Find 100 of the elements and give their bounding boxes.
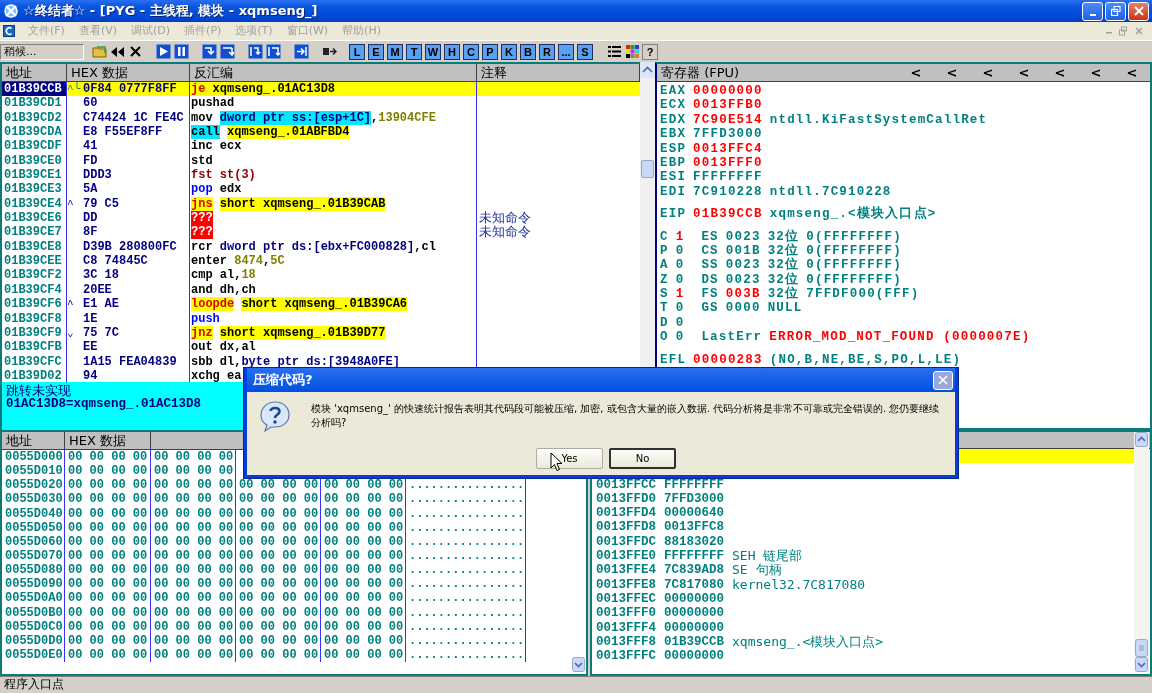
code-row[interactable]: 01B39CE0 FD std — [2, 153, 640, 169]
window-button[interactable]: H — [444, 43, 460, 60]
arrow-button[interactable]: < — [898, 65, 934, 80]
window-button[interactable]: T — [406, 43, 422, 60]
address-cell: 0055D020 — [2, 478, 65, 493]
arrow-button[interactable]: < — [1006, 65, 1042, 80]
code-row[interactable]: 01B39CDF 41 inc ecx — [2, 139, 640, 154]
instruction-cell: enter 8474,5C — [190, 254, 477, 269]
address-cell: 0055D030 — [2, 492, 65, 507]
info-text: 01AC13D8=xqmseng_.01AC13D8 — [6, 398, 202, 411]
code-row[interactable]: 01B39CF2 3C 18 cmp al,18 — [2, 268, 640, 283]
code-row[interactable]: 01B39CF9 ⌄ 75 7C jnz short xqmseng_.01B39D77 — [2, 325, 640, 341]
stack-row[interactable]: 0013FFE4 7C839AD8 SE 句柄 — [592, 563, 1134, 578]
jump-arrow: ^ — [67, 297, 75, 312]
toolbar-button[interactable] — [155, 43, 172, 60]
hex-cell: 00 00 00 00 — [154, 506, 234, 521]
toolbar-button[interactable] — [219, 43, 236, 60]
toolbar-button[interactable] — [606, 43, 623, 60]
arrow-button[interactable]: < — [1114, 65, 1150, 80]
column-header[interactable]: HEX 数据 — [65, 432, 151, 449]
hex-cell: 00 00 00 00 — [154, 633, 234, 648]
window-button[interactable]: K — [501, 43, 517, 60]
instruction-cell: jns short xqmseng_.01B39CAB — [190, 196, 477, 212]
address-cell: 0013FFD0 — [596, 491, 656, 507]
window-button[interactable]: E — [368, 43, 384, 60]
address-cell: 0055D060 — [2, 534, 65, 549]
arrow-button[interactable]: < — [1042, 65, 1078, 80]
stack-row[interactable]: 0013FFE8 7C817080 kernel32.7C817080 — [592, 577, 1134, 592]
hex-cell: 00 00 00 00 — [154, 647, 234, 662]
code-row[interactable]: 01B39CEE C8 74845C enter 8474,5C — [2, 254, 640, 269]
arrow-button[interactable]: < — [934, 65, 970, 80]
window-button[interactable]: ... — [558, 43, 574, 60]
window-button[interactable]: M — [387, 43, 403, 60]
close-button[interactable] — [1128, 1, 1149, 21]
column-header[interactable]: 地址 — [2, 64, 67, 81]
toolbar-button[interactable] — [201, 43, 218, 60]
code-row[interactable]: 01B39CE1 DDD3 fst st(3) — [2, 168, 640, 183]
window-button[interactable]: W — [425, 43, 441, 60]
code-row[interactable]: 01B39CE3 5A pop edx — [2, 182, 640, 197]
scroll-down-icon — [1135, 657, 1148, 672]
stack-row[interactable]: 0013FFEC 00000000 — [592, 591, 1134, 607]
jump-arrow: ⌄ — [67, 325, 75, 341]
comment-text: kernel32.7C817080 — [732, 577, 866, 592]
value-cell: FFFFFFFF — [664, 549, 725, 564]
dialog-button[interactable]: No — [609, 448, 676, 469]
window-button[interactable]: S — [577, 43, 593, 60]
hex-cell: 94 — [83, 368, 98, 382]
restore-button[interactable] — [1105, 1, 1126, 21]
close-button[interactable] — [933, 370, 953, 390]
arrow-button[interactable]: < — [970, 65, 1006, 80]
stack-row[interactable]: 0013FFF4 00000000 — [592, 620, 1134, 635]
code-row[interactable]: 01B39CF6 ^ E1 AE loopde short xqmseng_.01B39CA6 — [2, 297, 640, 312]
toolbar-button[interactable] — [173, 43, 190, 60]
hex-cell: 0F84 0777F8FF — [83, 82, 177, 97]
code-row[interactable]: 01B39CE8 D39B 280800FC rcr dword ptr ds:[ebx+FC000828],cl — [2, 239, 640, 255]
hex-cell-text: DD — [83, 211, 98, 226]
toolbar-button[interactable] — [293, 43, 310, 60]
scroll-thumb[interactable] — [641, 160, 654, 178]
stack-row[interactable]: 0013FFD8 0013FFC8 — [592, 520, 1134, 535]
hex-cell: 00 00 00 00 — [239, 492, 319, 507]
column-header[interactable]: 反汇编 — [190, 64, 477, 81]
minimize-button[interactable] — [1082, 1, 1103, 21]
help-button[interactable]: ? — [642, 43, 658, 60]
code-row[interactable]: 01B39CD1 60 pushad — [2, 96, 640, 111]
code-row[interactable]: 01B39CFB EE out dx,al — [2, 340, 640, 355]
dialog-button[interactable]: Yes — [536, 448, 603, 469]
instruction-cell: mov dword ptr ss:[esp+1C],13904CFE — [190, 110, 477, 126]
stack-row[interactable]: 0013FFF8 01B39CCB xqmseng_.<模块入口点> — [592, 634, 1134, 650]
window-button[interactable]: L — [349, 43, 365, 60]
code-row[interactable]: 01B39CF8 1E push — [2, 311, 640, 326]
toolbar-button[interactable] — [265, 43, 282, 60]
code-row[interactable]: 01B39CE4 ^ 79 C5 jns short xqmseng_.01B39CAB — [2, 196, 640, 212]
toolbar-button[interactable] — [624, 43, 641, 60]
window-button[interactable]: B — [520, 43, 536, 60]
code-row[interactable]: 01B39CDA E8 F55EF8FF call xqmseng_.01ABFBD4 — [2, 125, 640, 140]
stack-row[interactable]: 0013FFD0 7FFD3000 — [592, 491, 1134, 507]
register-line: S 1 FS 003B 32位 7FFDF000(FFF) — [660, 287, 921, 302]
stack-row[interactable]: 0013FFFC 00000000 — [592, 649, 1134, 664]
hex-cell: 00 00 00 00 — [239, 563, 319, 578]
stack-row[interactable]: 0013FFCC FFFFFFFF — [592, 477, 1134, 492]
code-row[interactable]: 01B39CD2 C74424 1C FE4C mov dword ptr ss:[esp+1C],13904CFE — [2, 110, 640, 126]
hex-cell: 00 00 00 00 — [324, 478, 404, 493]
stack-row[interactable]: 0013FFF0 00000000 — [592, 606, 1134, 621]
code-row[interactable]: 01B39CE6 DD ??? 未知命令 — [2, 211, 640, 226]
instruction-cell: cmp al,18 — [190, 268, 477, 283]
window-button[interactable]: C — [463, 43, 479, 60]
address-cell: 0055D0C0 — [2, 619, 65, 634]
column-header[interactable]: HEX 数据 — [67, 64, 190, 81]
window-button[interactable]: R — [539, 43, 555, 60]
stack-row[interactable]: 0013FFDC 88183020 — [592, 534, 1134, 550]
arrow-button[interactable]: < — [1078, 65, 1114, 80]
stack-row[interactable]: 0013FFE0 FFFFFFFF SEH 链尾部 — [592, 549, 1134, 564]
value-cell: 7C817080 — [664, 577, 725, 592]
column-header[interactable]: 地址 — [2, 432, 65, 449]
selected-row[interactable]: 01B39CCB ^╰ 0F84 0777F8FF je xqmseng_.01AC13D8 — [2, 82, 640, 97]
window-button[interactable]: P — [482, 43, 498, 60]
hex-cell: 00 00 00 00 — [68, 605, 148, 620]
toolbar-button[interactable] — [247, 43, 264, 60]
code-row[interactable]: 01B39CE7 8F ??? 未知命令 — [2, 225, 640, 240]
stack-row[interactable]: 0013FFD4 00000640 — [592, 506, 1134, 521]
